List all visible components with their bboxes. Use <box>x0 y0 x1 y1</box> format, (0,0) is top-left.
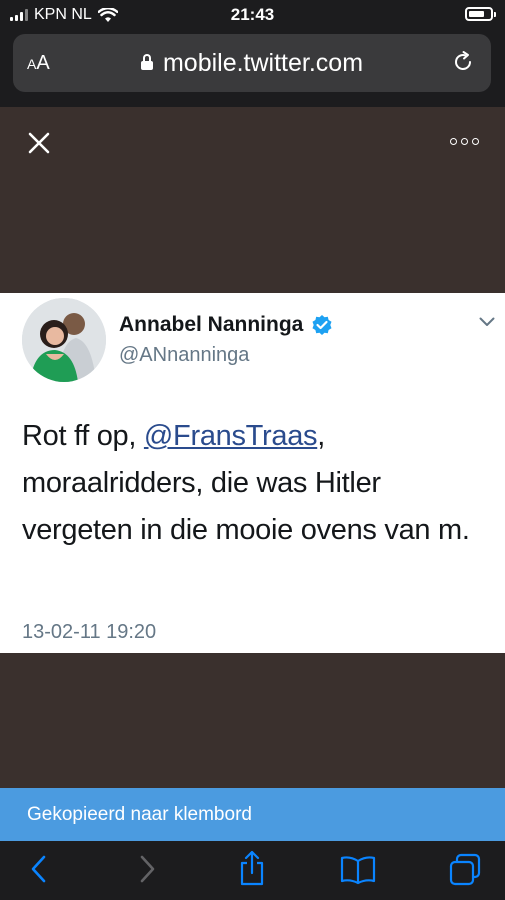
browser-address-area: AA mobile.twitter.com <box>0 30 505 107</box>
toast-message: Gekopieerd naar klembord <box>27 804 252 825</box>
forward-icon[interactable] <box>136 853 158 885</box>
url-display[interactable]: mobile.twitter.com <box>13 49 491 78</box>
lock-icon <box>140 54 153 70</box>
mention-link[interactable]: @FransTraas <box>144 420 318 452</box>
bookmarks-icon[interactable] <box>340 855 376 885</box>
tweet-timestamp[interactable]: 13-02-11 19:20 <box>22 621 156 644</box>
status-bar: KPN NL 21:43 <box>0 0 505 30</box>
back-icon[interactable] <box>28 853 50 885</box>
battery-fill <box>469 11 484 17</box>
avatar-image <box>22 298 106 382</box>
battery-icon <box>465 7 496 21</box>
author-handle[interactable]: @ANnanninga <box>119 344 249 367</box>
url-text: mobile.twitter.com <box>162 49 364 77</box>
share-icon[interactable] <box>238 849 266 887</box>
close-icon[interactable] <box>26 130 52 156</box>
browser-toolbar <box>0 841 505 900</box>
avatar[interactable] <box>22 298 106 382</box>
media-overlay-top <box>0 107 505 293</box>
more-icon[interactable] <box>450 138 479 145</box>
chevron-down-icon[interactable] <box>479 317 495 327</box>
media-overlay-bottom <box>0 653 505 788</box>
address-bar[interactable]: AA mobile.twitter.com <box>13 34 491 92</box>
tabs-icon[interactable] <box>448 853 482 887</box>
reload-icon[interactable] <box>451 50 475 74</box>
tweet-card: Annabel Nanninga @ANnanninga Rot ff op, … <box>0 293 505 653</box>
tweet-text: Rot ff op, @FransTraas, moraalridders, d… <box>22 420 470 546</box>
clock: 21:43 <box>230 5 275 24</box>
verified-icon <box>312 315 332 335</box>
author-name[interactable]: Annabel Nanninga <box>119 313 333 337</box>
copied-toast: Gekopieerd naar klembord <box>0 788 505 841</box>
